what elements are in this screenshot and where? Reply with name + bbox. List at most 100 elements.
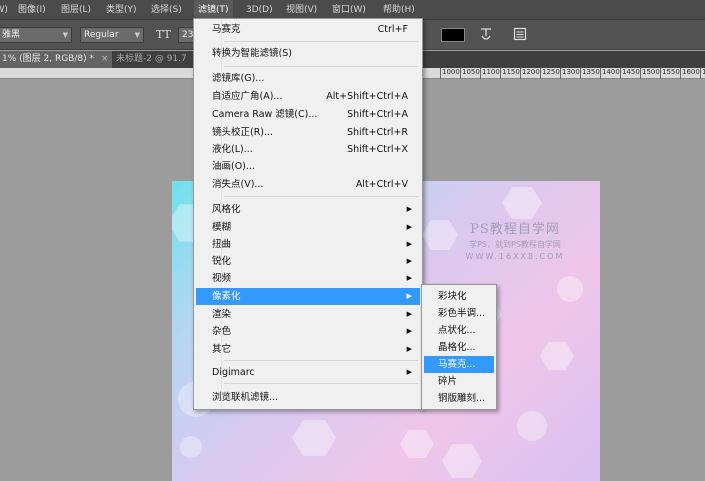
menu-item-label: 像素化 (212, 291, 241, 302)
font-style-value: Regular (84, 30, 119, 40)
ruler-tick: 1500 (640, 68, 660, 79)
menu-item-liquify[interactable]: 液化(L)... Shift+Ctrl+X (196, 141, 420, 158)
menu-item-label: 马赛克 (212, 24, 241, 35)
submenu-item-mosaic[interactable]: 马赛克... (424, 356, 494, 373)
menu-item-shortcut: Shift+Ctrl+R (346, 127, 408, 138)
menu-type[interactable]: 类型(Y) (102, 0, 141, 20)
menu-item-label: 液化(L)... (212, 144, 253, 155)
ruler-tick: 1050 (460, 68, 480, 79)
menu-filter[interactable]: 滤镜(T) (194, 0, 233, 20)
menu-3d[interactable]: 3D(D) (242, 0, 277, 20)
ruler-tick: 1200 (520, 68, 540, 79)
bokeh-hexagon (292, 420, 336, 456)
font-family-value: 雅黑 (2, 30, 21, 40)
watermark: PS教程自学网 学PS，就到PS教程自学网 WWW.16XX8.COM (440, 218, 590, 261)
menu-item-label: 消失点(V)... (212, 179, 264, 190)
chevron-right-icon: ▶ (406, 257, 412, 265)
chevron-right-icon: ▶ (406, 205, 412, 213)
menu-item-shortcut: Shift+Ctrl+X (347, 144, 408, 155)
submenu-item-facet[interactable]: 彩块化 (424, 288, 494, 305)
ruler-tick: 1650 (700, 68, 705, 79)
menu-item-label: 油画(O)... (212, 161, 255, 172)
menu-item-shortcut: Alt+Ctrl+V (355, 179, 408, 190)
menu-item-label: 其它 (212, 344, 232, 355)
menu-item-label: 扭曲 (212, 239, 232, 250)
menu-item-label: 锐化 (212, 256, 232, 267)
menu-view[interactable]: 视图(V) (282, 0, 321, 20)
font-size-icon: TT (156, 28, 171, 41)
character-panel-icon[interactable] (513, 27, 527, 43)
tab-document-active[interactable]: 1% (图层 2, RGB/8) * × (0, 51, 112, 68)
submenu-item-pointillize[interactable]: 点状化... (424, 322, 494, 339)
warp-text-icon[interactable] (479, 27, 493, 43)
chevron-right-icon: ▶ (406, 327, 412, 335)
menu-item-other[interactable]: 其它 ▶ (196, 341, 420, 358)
submenu-item-mezzotint[interactable]: 铜版雕刻... (424, 390, 494, 407)
ruler-tick: 1250 (540, 68, 560, 79)
menu-window[interactable]: 窗口(W) (328, 0, 370, 20)
chevron-right-icon: ▶ (406, 274, 412, 282)
ruler-tick: 1300 (560, 68, 580, 79)
menu-separator (224, 66, 418, 67)
menu-item-label: 镜头校正(R)... (212, 127, 274, 138)
font-family-select[interactable]: 雅黑 ▼ (0, 27, 72, 43)
menu-item-stylize[interactable]: 风格化 ▶ (196, 201, 420, 218)
menu-item-shortcut: Alt+Shift+Ctrl+A (326, 91, 408, 102)
submenu-item-fragment[interactable]: 碎片 (424, 373, 494, 390)
menu-item-oil-paint[interactable]: 油画(O)... (196, 158, 420, 175)
menu-window-partial[interactable]: 窗口(W) (0, 0, 12, 20)
watermark-subtitle: 学PS，就到PS教程自学网 (469, 240, 561, 249)
bokeh-hexagon (400, 429, 434, 459)
ruler-tick: 1350 (580, 68, 600, 79)
menu-item-blur[interactable]: 模糊 ▶ (196, 219, 420, 236)
menu-item-vanishing-point[interactable]: 消失点(V)... Alt+Ctrl+V (196, 176, 420, 193)
font-style-select[interactable]: Regular ▼ (80, 27, 144, 43)
ruler-tick: 1450 (620, 68, 640, 79)
menu-item-shortcut: Shift+Ctrl+A (347, 109, 408, 120)
menu-item-browse-filters-online[interactable]: 浏览联机滤镜... (196, 389, 420, 406)
menu-item-render[interactable]: 渲染 ▶ (196, 306, 420, 323)
ruler-tick: 1550 (660, 68, 680, 79)
menu-item-label: 模糊 (212, 222, 232, 233)
menu-item-distort[interactable]: 扭曲 ▶ (196, 236, 420, 253)
bokeh-circle (557, 276, 583, 302)
bokeh-circle (517, 411, 547, 441)
tab-document-untitled[interactable]: 未标题-2 @ 91.7 (114, 51, 204, 68)
menu-item-convert-smart-filter[interactable]: 转换为智能滤镜(S) (196, 45, 420, 62)
menu-item-pixelate[interactable]: 像素化 ▶ (196, 288, 420, 305)
tab-label: 1% (图层 2, RGB/8) * (2, 54, 94, 64)
menu-item-adaptive-wide-angle[interactable]: 自适应广角(A)... Alt+Shift+Ctrl+A (196, 88, 420, 105)
watermark-url: WWW.16XX8.COM (465, 252, 565, 261)
menu-item-last-filter[interactable]: 马赛克 Ctrl+F (196, 21, 420, 38)
font-size-value: 23 (182, 30, 194, 40)
menu-item-sharpen[interactable]: 锐化 ▶ (196, 253, 420, 270)
ruler-tick: 1400 (600, 68, 620, 79)
text-color-swatch[interactable] (441, 28, 465, 42)
chevron-right-icon: ▶ (406, 368, 412, 376)
filter-dropdown-menu: 马赛克 Ctrl+F 转换为智能滤镜(S) 滤镜库(G)... 自适应广角(A)… (193, 18, 423, 410)
menu-separator (224, 360, 418, 361)
menu-item-label: 杂色 (212, 326, 232, 337)
menu-item-video[interactable]: 视频 ▶ (196, 270, 420, 287)
submenu-item-crystallize[interactable]: 晶格化... (424, 339, 494, 356)
menu-item-label: 自适应广角(A)... (212, 91, 283, 102)
chevron-right-icon: ▶ (406, 240, 412, 248)
menu-select[interactable]: 选择(S) (147, 0, 186, 20)
menu-item-camera-raw[interactable]: Camera Raw 滤镜(C)... Shift+Ctrl+A (196, 106, 420, 123)
ruler-tick: 1000 (440, 68, 460, 79)
menu-help[interactable]: 帮助(H) (379, 0, 419, 20)
chevron-down-icon: ▼ (134, 31, 140, 39)
menu-item-digimarc[interactable]: Digimarc ▶ (196, 364, 420, 381)
ruler-tick: 1100 (480, 68, 500, 79)
menu-layer[interactable]: 图层(L) (57, 0, 95, 20)
menu-item-lens-correction[interactable]: 镜头校正(R)... Shift+Ctrl+R (196, 124, 420, 141)
menu-item-label: Camera Raw 滤镜(C)... (212, 109, 318, 120)
menu-image[interactable]: 图像(I) (14, 0, 50, 20)
submenu-item-color-halftone[interactable]: 彩色半调... (424, 305, 494, 322)
menu-item-filter-gallery[interactable]: 滤镜库(G)... (196, 70, 420, 87)
chevron-down-icon: ▼ (62, 31, 68, 39)
close-icon[interactable]: × (101, 54, 109, 64)
menu-item-noise[interactable]: 杂色 ▶ (196, 323, 420, 340)
menu-item-label: 转换为智能滤镜(S) (212, 48, 292, 59)
ruler-tick: 1600 (680, 68, 700, 79)
